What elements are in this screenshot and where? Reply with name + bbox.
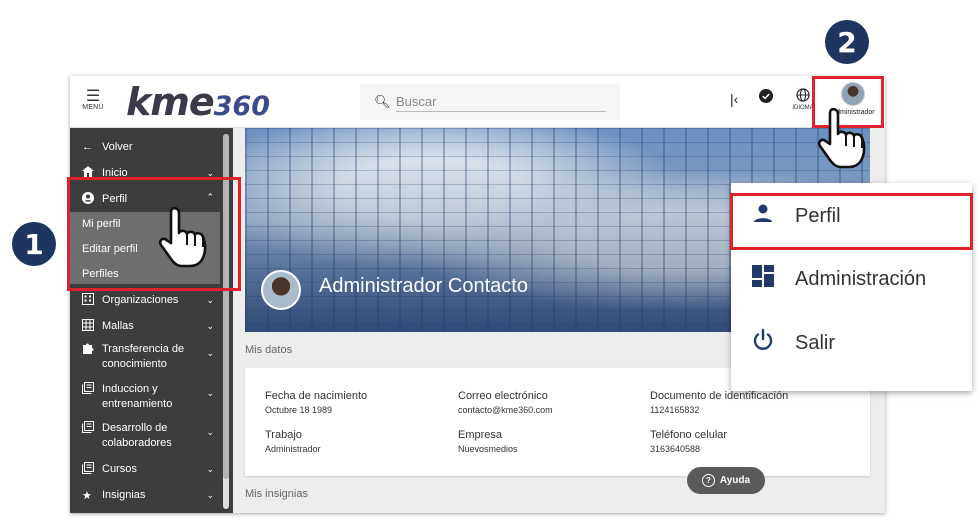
grid-icon [82, 318, 102, 334]
dropdown-item-salir[interactable]: Salir [731, 313, 972, 373]
menu-label: MENÚ [82, 104, 104, 111]
question-icon: ? [701, 474, 715, 487]
hamburger-icon: ☰ [85, 88, 101, 105]
book-icon [82, 382, 102, 397]
step-badge-2: 2 [825, 20, 869, 64]
field-value: 1124165832 [650, 405, 700, 415]
power-icon [731, 328, 795, 358]
dropdown-item-label: Administración [795, 267, 927, 290]
sidebar-item-transferencia[interactable]: Transferencia de conocimiento ⌄ [70, 342, 220, 374]
sidebar-item-organizaciones[interactable]: Organizaciones ⌄ [70, 291, 220, 309]
profile-name: Administrador Contacto [319, 275, 528, 297]
sidebar-item-label: Cursos [102, 463, 137, 475]
chevron-down-icon: ⌄ [206, 427, 214, 437]
arrow-left-icon: ← [82, 141, 93, 153]
chevron-down-icon: ⌄ [206, 388, 214, 398]
field-job: Trabajo Administrador [265, 429, 321, 454]
logo[interactable]: kme 360 [126, 80, 270, 124]
star-icon: ★ [82, 489, 92, 502]
sidebar-item-label: Organizaciones [102, 294, 179, 306]
chevron-down-icon: ⌄ [206, 489, 214, 500]
field-label: Teléfono celular [650, 429, 728, 441]
sidebar-item-mallas[interactable]: Mallas ⌄ [70, 317, 220, 335]
highlight-dropdown-perfil [730, 193, 973, 250]
chevron-down-icon: ⌄ [206, 463, 214, 474]
sidebar-item-text: Desarrollo de colaboradores [102, 421, 172, 451]
sidebar-back-label: Volver [102, 141, 133, 153]
field-email: Correo electrónico contacto@kme360.com [458, 390, 553, 415]
sidebar-item-cursos[interactable]: Cursos ⌄ [70, 460, 220, 478]
sidebar-item-label: Mallas [102, 320, 134, 332]
field-company: Empresa Nuevosmedios [458, 429, 518, 454]
building-icon [82, 292, 102, 308]
field-value: contacto@kme360.com [458, 405, 553, 415]
book-icon [82, 421, 102, 436]
dashboard-icon [731, 265, 795, 293]
search-icon: 🔍︎ [374, 94, 391, 109]
chevron-down-icon: ⌄ [206, 348, 214, 358]
logo-number: 360 [213, 91, 271, 122]
sidebar-item-label: Transferencia de [102, 343, 185, 355]
sidebar-item-label: Insignias [102, 489, 146, 501]
step-badge-1: 1 [12, 222, 56, 266]
field-label: Empresa [458, 429, 503, 441]
field-label: Documento de identificación [650, 390, 789, 402]
sidebar-item-induccion[interactable]: Induccion y entrenamiento ⌄ [70, 382, 220, 414]
help-button[interactable]: ? Ayuda [687, 467, 765, 494]
field-value: Nuevosmedios [458, 444, 518, 454]
pointer-hand-icon [817, 107, 866, 169]
menu-button[interactable]: ☰ MENÚ [78, 88, 108, 112]
chevron-down-icon: ⌄ [206, 294, 214, 305]
sidebar-item-text: Transferencia de conocimiento [102, 342, 184, 372]
search-bar: 🔍︎ [360, 84, 620, 120]
dropdown-item-administracion[interactable]: Administración [731, 249, 972, 309]
dropdown-item-label: Salir [795, 331, 836, 354]
section-title-mis-datos: Mis datos [245, 344, 293, 356]
book-icon [82, 461, 102, 477]
sidebar-item-label-2: conocimiento [102, 358, 167, 370]
field-label: Fecha de nacimiento [265, 390, 368, 402]
sidebar-item-label-2: entrenamiento [102, 398, 173, 410]
sidebar-back[interactable]: ← Volver [70, 138, 220, 156]
chevron-down-icon: ⌄ [206, 320, 214, 331]
section-title-mis-insignias: Mis insignias [245, 488, 308, 500]
sidebar-item-label: Induccion y [102, 383, 158, 395]
search-input[interactable] [396, 92, 606, 112]
sidebar-item-label: Desarrollo de [102, 422, 168, 434]
sidebar-item-insignias[interactable]: ★ Insignias ⌄ [70, 486, 220, 504]
field-value: Administrador [265, 444, 321, 454]
sidebar-item-label-2: colaboradores [102, 437, 172, 449]
field-label: Trabajo [265, 429, 302, 441]
field-document: Documento de identificación 1124165832 [650, 390, 788, 415]
check-circle-icon[interactable] [759, 89, 773, 106]
collapse-first-icon[interactable]: |‹ [730, 91, 738, 107]
field-phone: Teléfono celular 3163640588 [650, 429, 727, 454]
profile-avatar[interactable] [261, 270, 301, 310]
top-bar: ☰ MENÚ kme360 🔍︎ |‹ IDIOMA Administrador [70, 76, 885, 128]
help-label: Ayuda [719, 475, 751, 486]
field-label: Correo electrónico [458, 390, 548, 402]
logo-text: kme [126, 80, 215, 124]
puzzle-icon [82, 342, 102, 357]
field-value: Octubre 18 1989 [265, 405, 333, 415]
sidebar-item-text: Induccion y entrenamiento [102, 382, 172, 412]
field-birthdate: Fecha de nacimiento Octubre 18 1989 [265, 390, 367, 415]
sidebar-item-desarrollo[interactable]: Desarrollo de colaboradores ⌄ [70, 421, 220, 453]
field-value: 3163640588 [650, 444, 701, 454]
pointer-hand-icon [158, 206, 207, 268]
